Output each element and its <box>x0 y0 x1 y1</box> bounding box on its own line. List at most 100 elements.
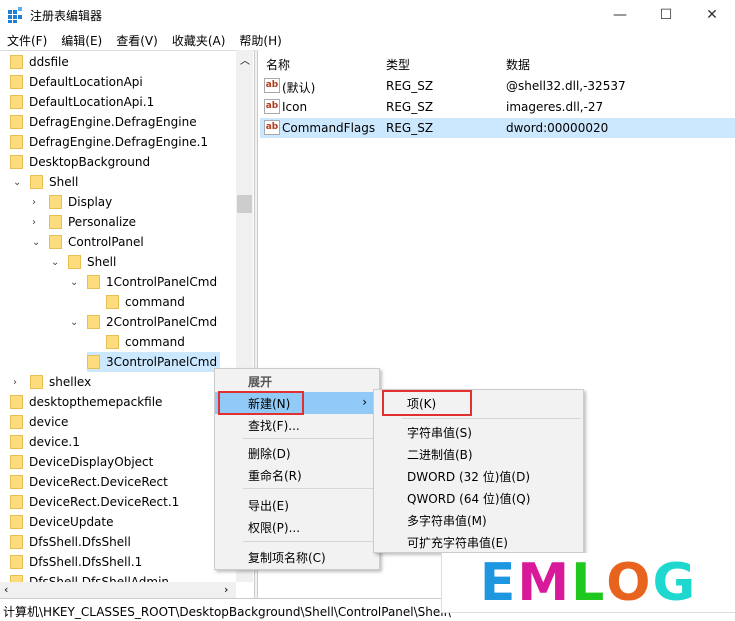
title-bar: 注册表编辑器 — ☐ ✕ <box>0 0 735 30</box>
tree-item-label: desktopthemepackfile <box>29 395 163 409</box>
string-value-icon: ab <box>264 99 280 114</box>
submenu-item-binary[interactable]: 二进制值(B) <box>374 443 583 465</box>
tree-item[interactable]: DfsShell.DfsShell <box>10 532 131 552</box>
menu-item-copy-key-name[interactable]: 复制项名称(C) <box>215 546 379 568</box>
folder-icon <box>68 255 81 269</box>
chevron-right-icon[interactable]: › <box>13 377 17 388</box>
new-submenu: 项(K) 字符串值(S) 二进制值(B) DWORD (32 位)值(D) QW… <box>373 389 584 553</box>
tree-item[interactable]: command <box>106 292 185 312</box>
minimize-button[interactable]: — <box>597 0 643 30</box>
submenu-item-dword[interactable]: DWORD (32 位)值(D) <box>374 465 583 487</box>
menu-edit[interactable]: 编辑(E) <box>54 30 109 50</box>
folder-icon <box>10 135 23 149</box>
tree-item[interactable]: › shellex <box>13 372 92 392</box>
tree-item-label: DefragEngine.DefragEngine <box>29 115 197 129</box>
menu-item-permissions[interactable]: 权限(P)... <box>215 516 379 538</box>
tree-item[interactable]: DfsShell.DfsShell.1 <box>10 552 142 572</box>
tree-item-label: ControlPanel <box>68 235 144 249</box>
chevron-right-icon[interactable]: › <box>32 197 36 208</box>
tree-item[interactable]: DefragEngine.DefragEngine.1 <box>10 132 208 152</box>
folder-icon <box>10 155 23 169</box>
scroll-up-icon[interactable]: ︿ <box>240 52 250 67</box>
submenu-item-expandable-string[interactable]: 可扩充字符串值(E) <box>374 531 583 553</box>
tree-item[interactable]: ⌄ 1ControlPanelCmd <box>70 272 218 292</box>
folder-icon <box>49 215 62 229</box>
chevron-down-icon[interactable]: ⌄ <box>70 277 78 288</box>
submenu-item-multi-string[interactable]: 多字符串值(M) <box>374 509 583 531</box>
value-type: REG_SZ <box>386 100 434 114</box>
chevron-down-icon[interactable]: ⌄ <box>32 237 40 248</box>
tree-item[interactable]: ⌄ 2ControlPanelCmd <box>70 312 217 332</box>
logo-letter: E <box>479 552 518 613</box>
emlog-watermark-logo: EMLOG <box>441 553 735 613</box>
tree-item[interactable]: desktopthemepackfile <box>10 392 162 412</box>
column-header-type[interactable]: 类型 <box>386 56 410 73</box>
tree-item[interactable]: DefaultLocationApi <box>10 72 143 92</box>
scroll-right-icon[interactable]: › <box>224 583 228 596</box>
tree-item-label: DeviceUpdate <box>29 515 114 529</box>
tree-item[interactable]: DeviceRect.DeviceRect.1 <box>10 492 179 512</box>
value-type: REG_SZ <box>386 79 434 93</box>
menu-separator <box>243 488 377 489</box>
menu-item-find[interactable]: 查找(F)... <box>215 414 379 436</box>
column-header-data[interactable]: 数据 <box>506 56 530 73</box>
tree-item[interactable]: command <box>106 332 185 352</box>
value-name: (默认) <box>282 81 316 95</box>
value-row[interactable]: ab CommandFlags REG_SZ dword:00000020 <box>260 118 735 138</box>
menu-item-export[interactable]: 导出(E) <box>215 494 379 516</box>
menu-view[interactable]: 查看(V) <box>109 30 165 50</box>
scroll-thumb[interactable] <box>237 195 252 213</box>
folder-icon <box>30 175 43 189</box>
tree-item[interactable]: ⌄ Shell <box>13 172 79 192</box>
chevron-down-icon[interactable]: ⌄ <box>13 177 21 188</box>
folder-icon <box>49 235 62 249</box>
menu-file[interactable]: 文件(F) <box>0 30 54 50</box>
tree-item[interactable]: DefaultLocationApi.1 <box>10 92 154 112</box>
tree-item-label: Display <box>68 195 113 209</box>
menu-separator <box>402 418 581 419</box>
tree-item[interactable]: › Personalize <box>32 212 136 232</box>
tree-item[interactable]: › Display <box>32 192 113 212</box>
menu-separator <box>243 541 377 542</box>
tree-item-label: 3ControlPanelCmd <box>106 355 218 369</box>
tree-item[interactable]: DeviceRect.DeviceRect <box>10 472 168 492</box>
tree-item-label: Shell <box>49 175 79 189</box>
menu-item-rename[interactable]: 重命名(R) <box>215 464 379 486</box>
value-type: REG_SZ <box>386 121 434 135</box>
menu-help[interactable]: 帮助(H) <box>232 30 288 50</box>
tree-item-label: DefaultLocationApi.1 <box>29 95 155 109</box>
menu-favorites[interactable]: 收藏夹(A) <box>165 30 233 50</box>
menu-item-delete[interactable]: 删除(D) <box>215 442 379 464</box>
submenu-item-string[interactable]: 字符串值(S) <box>374 421 583 443</box>
tree-item-label: 1ControlPanelCmd <box>106 275 218 289</box>
tree-item[interactable]: device.1 <box>10 432 80 452</box>
tree-item-label: device <box>29 415 69 429</box>
string-value-icon: ab <box>264 120 280 135</box>
folder-icon <box>10 535 23 549</box>
submenu-item-qword[interactable]: QWORD (64 位)值(Q) <box>374 487 583 509</box>
tree-item[interactable]: 3ControlPanelCmd <box>87 352 221 372</box>
value-row[interactable]: ab (默认) REG_SZ @shell32.dll,-32537 <box>260 76 735 96</box>
close-button[interactable]: ✕ <box>689 0 735 30</box>
tree-item[interactable]: DesktopBackground <box>10 152 150 172</box>
tree-item[interactable]: DeviceDisplayObject <box>10 452 153 472</box>
tree-item[interactable]: DeviceUpdate <box>10 512 114 532</box>
menu-item-expand[interactable]: 展开 <box>215 370 379 392</box>
tree-horizontal-scrollbar[interactable]: ‹ › <box>0 582 236 599</box>
tree-item[interactable]: ⌄ Shell <box>51 252 116 272</box>
tree-item[interactable]: ddsfile <box>10 52 69 72</box>
chevron-right-icon[interactable]: › <box>32 217 36 228</box>
chevron-down-icon[interactable]: ⌄ <box>70 317 78 328</box>
chevron-down-icon[interactable]: ⌄ <box>51 257 59 268</box>
tree-item-label: shellex <box>49 375 92 389</box>
tree-item[interactable]: DefragEngine.DefragEngine <box>10 112 197 132</box>
scroll-left-icon[interactable]: ‹ <box>4 583 8 596</box>
tree-item-label: DeviceDisplayObject <box>29 455 154 469</box>
maximize-button[interactable]: ☐ <box>643 0 689 30</box>
folder-icon <box>10 395 23 409</box>
column-header-name[interactable]: 名称 <box>266 56 290 73</box>
tree-item[interactable]: ⌄ ControlPanel <box>32 232 144 252</box>
value-row[interactable]: ab Icon REG_SZ imageres.dll,-27 <box>260 97 735 117</box>
tree-item[interactable]: device <box>10 412 68 432</box>
folder-icon <box>10 555 23 569</box>
